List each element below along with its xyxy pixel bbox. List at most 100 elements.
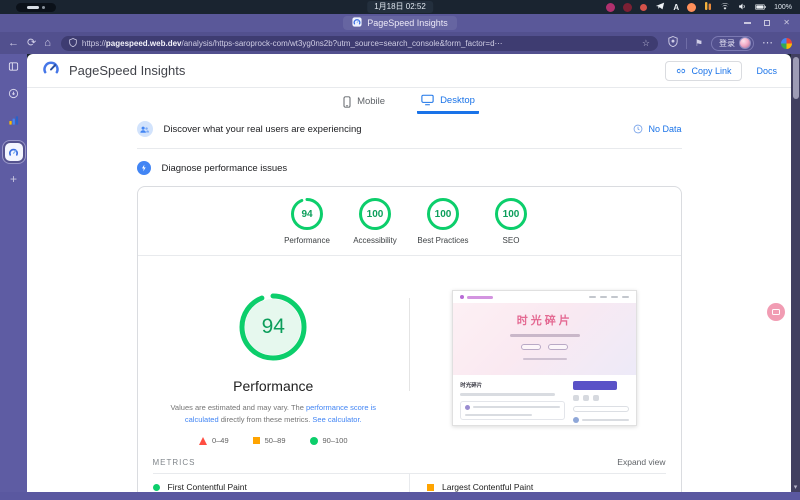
- battery-percent: 100%: [774, 4, 792, 11]
- page-title: PageSpeed Insights: [69, 63, 185, 78]
- clock[interactable]: 1月18日 02:52: [367, 1, 433, 13]
- psi-header: PageSpeed Insights Copy Link Docs: [27, 54, 791, 88]
- see-calculator-link[interactable]: See calculator.: [312, 415, 361, 424]
- close-icon[interactable]: ✕: [783, 19, 790, 27]
- thumb-body: 时光碎片: [453, 375, 636, 423]
- clock-icon: [633, 124, 643, 134]
- work-area: + PageSpeed Insights Copy Link Docs: [0, 54, 800, 492]
- sidebar-tabs-icon[interactable]: [8, 59, 19, 77]
- score-disclaimer: Values are estimated and may vary. The p…: [157, 402, 389, 425]
- more-options-icon[interactable]: ⋯: [762, 36, 773, 50]
- tab-favicon-pagespeed-icon: [352, 14, 362, 32]
- site-security-shield-icon[interactable]: [69, 34, 77, 52]
- category-best-practices[interactable]: 100 Best Practices: [410, 196, 476, 245]
- login-button[interactable]: 登录: [711, 36, 754, 51]
- scrollbar-track[interactable]: ▾: [791, 54, 800, 492]
- bookmark-star-icon[interactable]: ☆: [642, 38, 650, 49]
- expand-view-button[interactable]: Expand view: [617, 457, 665, 467]
- lab-data-section: Diagnose performance issues: [137, 149, 682, 186]
- tab-mobile[interactable]: Mobile: [339, 92, 389, 114]
- users-icon: [137, 121, 153, 137]
- category-accessibility[interactable]: 100 Accessibility: [342, 196, 408, 245]
- vertical-tabbar: +: [0, 54, 27, 492]
- red-app-icon[interactable]: [623, 3, 632, 12]
- badge-app-icon[interactable]: [640, 4, 647, 11]
- field-data-title: Discover what your real users are experi…: [164, 124, 362, 135]
- field-data-section[interactable]: Discover what your real users are experi…: [137, 114, 682, 148]
- pagespeed-logo-icon: [41, 58, 61, 83]
- lab-data-title: Diagnose performance issues: [162, 163, 288, 174]
- pinwheel-extension-icon[interactable]: [781, 38, 792, 49]
- avatar: [739, 37, 751, 49]
- performance-overview: 94 Performance Values are estimated and …: [138, 256, 681, 449]
- performance-score: 94: [238, 292, 308, 362]
- metric-lcp: Largest Contentful Paint 1.2 s: [409, 473, 666, 492]
- category-performance[interactable]: 94 Performance: [274, 196, 340, 245]
- legend-poor: 0–49: [199, 436, 229, 445]
- header-actions: Copy Link Docs: [665, 61, 777, 81]
- red-triangle-icon: [199, 437, 207, 445]
- thumb-site-header: [453, 291, 636, 303]
- docs-link[interactable]: Docs: [756, 66, 777, 76]
- browser-tab[interactable]: PageSpeed Insights: [343, 16, 457, 30]
- metrics-caption: METRICS: [153, 458, 196, 467]
- floating-widget-button[interactable]: [767, 303, 785, 321]
- window-controls: ✕: [744, 14, 790, 32]
- back-icon[interactable]: ←: [8, 36, 19, 50]
- scrollbar-thumb[interactable]: [793, 57, 799, 99]
- performance-label: Performance: [233, 378, 313, 394]
- monitor-icon: [421, 94, 434, 106]
- metrics-grid: First Contentful Paint 0.3 s Largest Con…: [138, 473, 681, 492]
- page-screenshot-thumbnail[interactable]: 时光碎片 时光碎片: [452, 290, 637, 426]
- login-label: 登录: [719, 38, 735, 49]
- sidebar-analytics-tab-icon[interactable]: [8, 113, 19, 131]
- collections-flag-icon[interactable]: ⚑: [695, 36, 703, 50]
- tab-title: PageSpeed Insights: [367, 18, 448, 28]
- sidebar-pagespeed-tab-active[interactable]: [5, 143, 23, 161]
- screen: 1月18日 02:52 A 100%: [0, 0, 800, 500]
- reload-icon[interactable]: ⟳: [27, 36, 36, 50]
- score-legend: 0–49 50–89 90–100: [199, 436, 348, 445]
- gauge-column: 94 Performance Values are estimated and …: [138, 282, 410, 445]
- green-circle-icon: [310, 437, 318, 445]
- phone-icon: [343, 96, 351, 108]
- window-bottom-edge: [0, 492, 800, 500]
- copy-link-button[interactable]: Copy Link: [665, 61, 742, 81]
- category-scores: 94 Performance 100 Accessibility: [138, 187, 681, 255]
- metrics-header: METRICS Expand view: [138, 449, 681, 473]
- minimize-icon[interactable]: [744, 22, 751, 24]
- lightning-icon: [137, 161, 151, 175]
- floating-widget-icon: [772, 309, 780, 315]
- extension-shield-icon[interactable]: [668, 34, 678, 52]
- column-divider: [409, 298, 410, 391]
- toolbar-right: ⚑ 登录 ⋯: [668, 34, 792, 52]
- url-text[interactable]: https://pagespeed.web.dev/analysis/https…: [82, 39, 503, 48]
- no-data-status[interactable]: No Data: [633, 124, 681, 134]
- home-icon[interactable]: ⌂: [44, 36, 51, 50]
- pink-app-icon[interactable]: [606, 3, 615, 12]
- category-seo[interactable]: 100 SEO: [478, 196, 544, 245]
- scrollbar-down-arrow[interactable]: ▾: [791, 483, 800, 491]
- device-tabs: Mobile Desktop: [27, 92, 791, 114]
- tab-desktop[interactable]: Desktop: [417, 92, 479, 114]
- screenshot-column: 时光碎片 时光碎片: [409, 282, 681, 445]
- psi-body: Discover what your real users are experi…: [137, 114, 682, 492]
- maximize-icon[interactable]: [764, 20, 770, 26]
- orange-app-icon[interactable]: [687, 3, 696, 12]
- thumb-site-title: 时光碎片: [517, 312, 573, 328]
- window-indicator[interactable]: [16, 3, 56, 12]
- legend-good: 90–100: [310, 436, 348, 445]
- new-tab-icon[interactable]: +: [10, 173, 17, 185]
- average-marker-icon: [427, 484, 434, 491]
- legend-average: 50–89: [253, 436, 286, 445]
- metric-fcp: First Contentful Paint 0.3 s: [153, 473, 410, 492]
- orange-square-icon: [253, 437, 260, 444]
- report-card: 94 Performance 100 Accessibility: [137, 186, 682, 492]
- a-letter-icon[interactable]: A: [673, 3, 679, 12]
- address-bar[interactable]: https://pagespeed.web.dev/analysis/https…: [61, 36, 658, 51]
- performance-gauge[interactable]: 94: [238, 292, 308, 362]
- browser-toolbar: ← ⟳ ⌂ https://pagespeed.web.dev/analysis…: [0, 32, 800, 54]
- system-bar: 1月18日 02:52 A 100%: [0, 0, 800, 14]
- sidebar-downloads-icon[interactable]: [8, 86, 19, 104]
- good-marker-icon: [153, 484, 160, 491]
